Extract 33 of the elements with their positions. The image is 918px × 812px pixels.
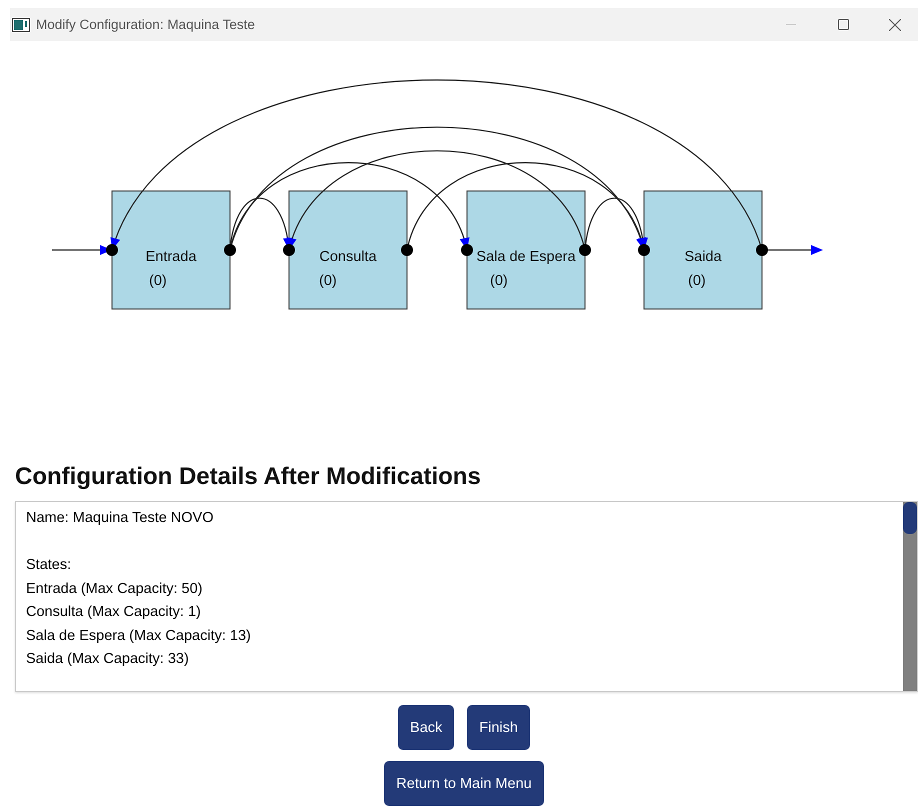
port-dot: [638, 244, 650, 256]
state-label: Entrada: [146, 249, 196, 265]
details-line: Sala de Espera (Max Capacity: 13): [26, 626, 252, 646]
state-label: Saida: [684, 249, 722, 265]
nav-button[interactable]: Finish: [467, 705, 530, 750]
details-line: Consulta (Max Capacity: 1): [26, 603, 202, 622]
port-dot: [579, 244, 591, 256]
state-count: (0): [688, 273, 706, 289]
state-label: Consulta: [319, 249, 377, 265]
state-count: (0): [149, 273, 167, 289]
nav-button[interactable]: Back: [398, 705, 454, 750]
details-line: Entrada (Max Capacity: 50): [26, 580, 204, 598]
port-dot: [106, 244, 118, 256]
state-count: (0): [490, 273, 508, 289]
state-label: Sala de Espera: [476, 249, 576, 265]
port-dot: [756, 244, 768, 256]
details-line: Saida (Max Capacity: 33): [26, 650, 190, 669]
port-dot: [401, 244, 413, 256]
close-icon: [889, 18, 901, 30]
state-count: (0): [319, 273, 337, 289]
details-line: Name: Maquina Teste NOVO: [26, 509, 215, 528]
port-dot: [224, 244, 236, 256]
minimize-icon: [786, 24, 796, 26]
scrollbar[interactable]: [903, 502, 917, 691]
main-menu-button[interactable]: Return to Main Menu: [384, 761, 544, 806]
port-dot: [283, 244, 295, 256]
maximize-icon: [838, 19, 848, 30]
details-line: States:: [26, 556, 72, 575]
scrollbar-thumb[interactable]: [903, 502, 917, 534]
app-icon: [12, 18, 30, 32]
section-heading: Configuration Details After Modifications: [15, 463, 482, 491]
window-title: Modify Configuration: Maquina Teste: [36, 17, 256, 32]
port-dot: [461, 244, 473, 256]
